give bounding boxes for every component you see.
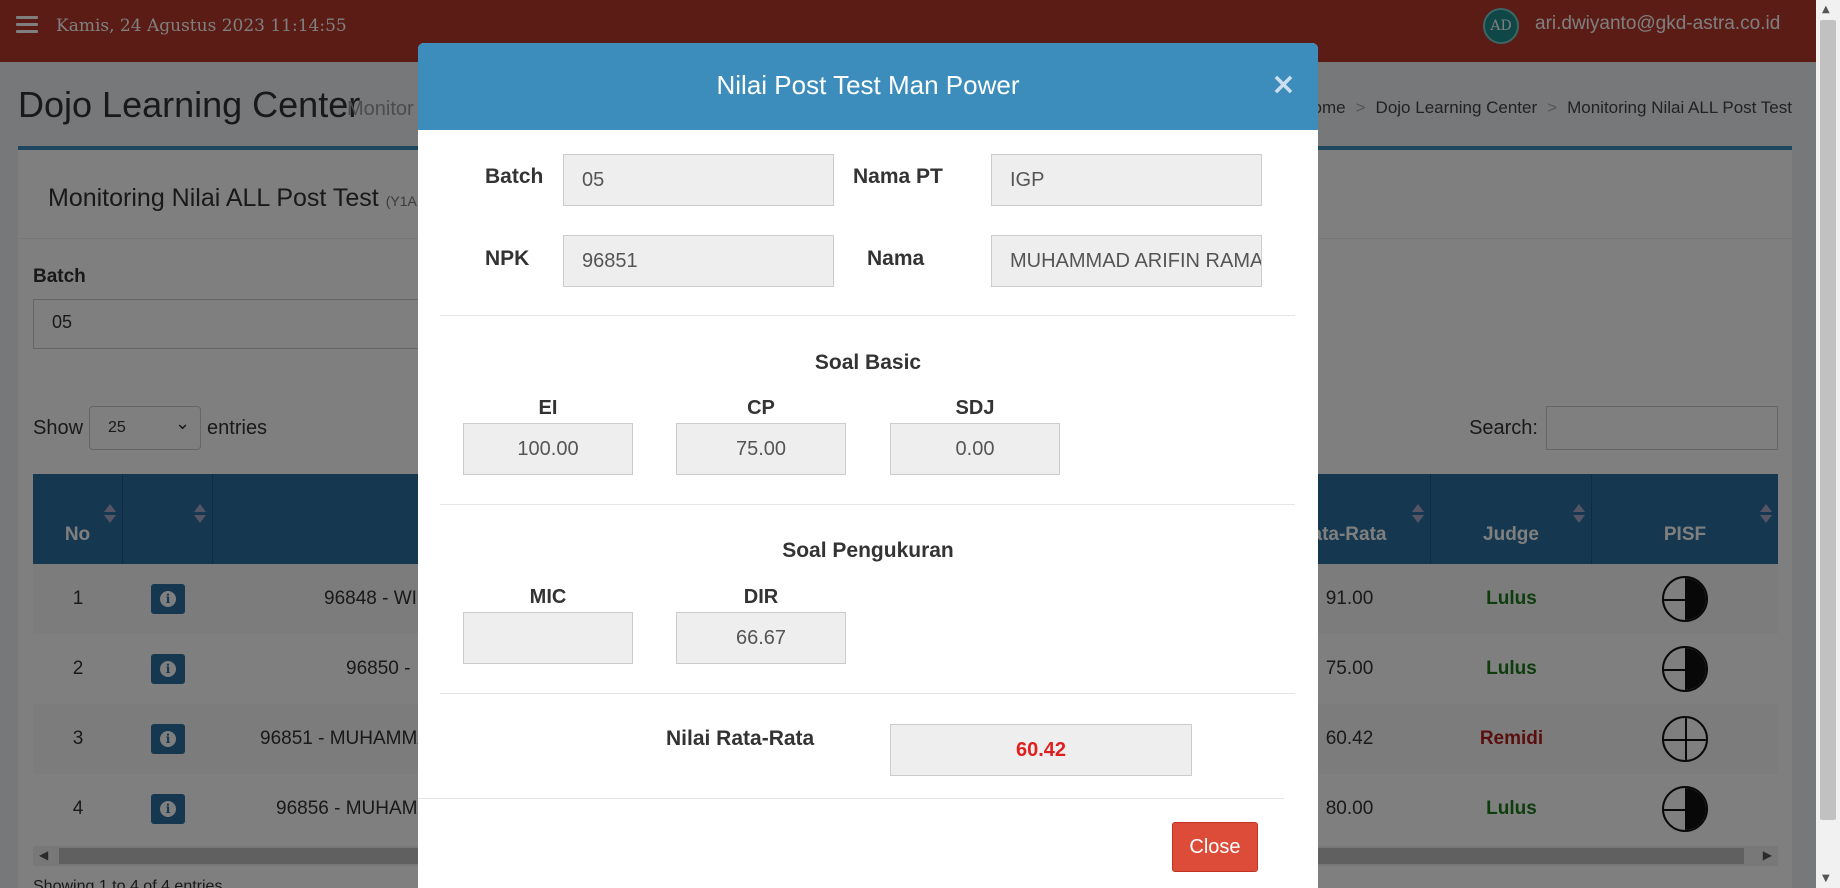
dir-field[interactable]: 66.67 [676,612,846,664]
batch-field[interactable]: 05 [563,154,834,206]
nama-pt-field[interactable]: IGP [991,154,1262,206]
cp-field[interactable]: 75.00 [676,423,846,475]
ei-label: EI [538,397,558,419]
close-icon[interactable]: × [1271,67,1296,102]
mic-field[interactable] [463,612,633,664]
dir-label: DIR [743,586,779,608]
modal-divider [440,315,1295,316]
modal-divider [440,504,1295,505]
cp-label: CP [747,397,775,419]
nama-pt-label: Nama PT [853,165,943,188]
modal-title: Nilai Post Test Man Power [716,70,1020,100]
soal-pengukuran-title: Soal Pengukuran [782,539,954,562]
modal-divider [440,693,1295,694]
scroll-up-icon[interactable]: ▲ [1822,4,1830,15]
modal-footer-divider [418,798,1284,799]
nama-field[interactable]: MUHAMMAD ARIFIN RAMADHAN [991,235,1262,287]
soal-basic-title: Soal Basic [814,351,922,374]
npk-label: NPK [485,247,530,270]
sdj-field[interactable]: 0.00 [890,423,1060,475]
sdj-label: SDJ [955,397,995,419]
nama-label: Nama [867,247,925,270]
page-vertical-scrollbar[interactable]: ▲ ▼ [1816,0,1840,888]
avg-field[interactable]: 60.42 [890,724,1192,776]
close-button[interactable]: Close [1172,822,1258,872]
ei-field[interactable]: 100.00 [463,423,633,475]
post-test-modal: Nilai Post Test Man Power × Batch 05 Nam… [418,43,1318,888]
npk-field[interactable]: 96851 [563,235,834,287]
batch-label: Batch [485,165,544,188]
scroll-down-icon[interactable]: ▼ [1822,873,1830,884]
avg-label: Nilai Rata-Rata [666,727,815,750]
mic-label: MIC [529,586,567,608]
modal-header: Nilai Post Test Man Power × [418,43,1318,130]
page-scroll-thumb[interactable] [1820,20,1836,820]
